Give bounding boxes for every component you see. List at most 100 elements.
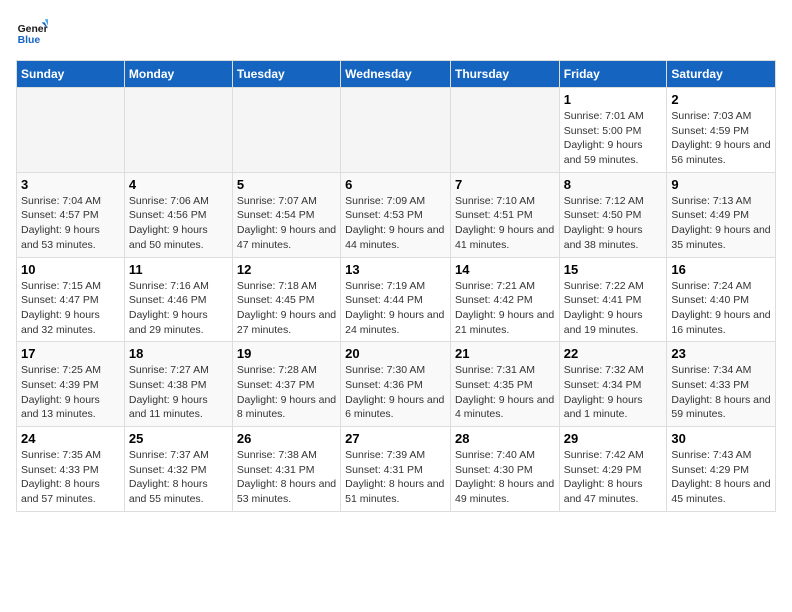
day-number: 7	[455, 177, 555, 192]
calendar-cell: 6 Sunrise: 7:09 AM Sunset: 4:53 PM Daylig…	[341, 172, 451, 257]
day-number: 4	[129, 177, 228, 192]
day-info: Sunrise: 7:35 AM Sunset: 4:33 PM Dayligh…	[21, 448, 120, 507]
calendar-cell: 13 Sunrise: 7:19 AM Sunset: 4:44 PM Dayli…	[341, 257, 451, 342]
calendar-week-row: 10 Sunrise: 7:15 AM Sunset: 4:47 PM Dayli…	[17, 257, 776, 342]
svg-text:General: General	[18, 24, 48, 35]
calendar-cell: 23 Sunrise: 7:34 AM Sunset: 4:33 PM Dayli…	[667, 342, 776, 427]
column-header-wednesday: Wednesday	[341, 61, 451, 88]
calendar-cell: 26 Sunrise: 7:38 AM Sunset: 4:31 PM Dayli…	[232, 427, 340, 512]
day-number: 20	[345, 346, 446, 361]
day-number: 10	[21, 262, 120, 277]
day-number: 18	[129, 346, 228, 361]
day-info: Sunrise: 7:01 AM Sunset: 5:00 PM Dayligh…	[564, 109, 663, 168]
calendar-cell	[232, 88, 340, 173]
svg-text:Blue: Blue	[18, 35, 41, 46]
day-number: 2	[671, 92, 771, 107]
day-info: Sunrise: 7:15 AM Sunset: 4:47 PM Dayligh…	[21, 279, 120, 338]
day-number: 5	[237, 177, 336, 192]
day-info: Sunrise: 7:39 AM Sunset: 4:31 PM Dayligh…	[345, 448, 446, 507]
day-info: Sunrise: 7:07 AM Sunset: 4:54 PM Dayligh…	[237, 194, 336, 253]
day-info: Sunrise: 7:24 AM Sunset: 4:40 PM Dayligh…	[671, 279, 771, 338]
day-number: 6	[345, 177, 446, 192]
calendar-cell: 3 Sunrise: 7:04 AM Sunset: 4:57 PM Daylig…	[17, 172, 125, 257]
day-number: 27	[345, 431, 446, 446]
calendar-cell: 22 Sunrise: 7:32 AM Sunset: 4:34 PM Dayli…	[559, 342, 667, 427]
day-number: 28	[455, 431, 555, 446]
calendar-cell: 25 Sunrise: 7:37 AM Sunset: 4:32 PM Dayli…	[124, 427, 232, 512]
calendar-cell: 4Sunrise: 7:06 AM Sunset: 4:56 PM Daylig…	[124, 172, 232, 257]
calendar-cell: 14 Sunrise: 7:21 AM Sunset: 4:42 PM Dayli…	[450, 257, 559, 342]
calendar-cell: 12 Sunrise: 7:18 AM Sunset: 4:45 PM Dayli…	[232, 257, 340, 342]
day-number: 26	[237, 431, 336, 446]
day-info: Sunrise: 7:31 AM Sunset: 4:35 PM Dayligh…	[455, 363, 555, 422]
day-info: Sunrise: 7:30 AM Sunset: 4:36 PM Dayligh…	[345, 363, 446, 422]
calendar-cell: 1 Sunrise: 7:01 AM Sunset: 5:00 PM Daylig…	[559, 88, 667, 173]
day-info: Sunrise: 7:34 AM Sunset: 4:33 PM Dayligh…	[671, 363, 771, 422]
day-number: 29	[564, 431, 663, 446]
logo-icon: General Blue	[16, 16, 48, 48]
day-number: 23	[671, 346, 771, 361]
day-info: Sunrise: 7:43 AM Sunset: 4:29 PM Dayligh…	[671, 448, 771, 507]
day-info: Sunrise: 7:12 AM Sunset: 4:50 PM Dayligh…	[564, 194, 663, 253]
day-info: Sunrise: 7:22 AM Sunset: 4:41 PM Dayligh…	[564, 279, 663, 338]
column-header-tuesday: Tuesday	[232, 61, 340, 88]
day-number: 9	[671, 177, 771, 192]
day-info: Sunrise: 7:40 AM Sunset: 4:30 PM Dayligh…	[455, 448, 555, 507]
calendar-cell: 19 Sunrise: 7:28 AM Sunset: 4:37 PM Dayli…	[232, 342, 340, 427]
day-number: 21	[455, 346, 555, 361]
day-number: 1	[564, 92, 663, 107]
day-info: Sunrise: 7:13 AM Sunset: 4:49 PM Dayligh…	[671, 194, 771, 253]
calendar-cell: 11 Sunrise: 7:16 AM Sunset: 4:46 PM Dayli…	[124, 257, 232, 342]
day-number: 22	[564, 346, 663, 361]
calendar-cell: 20 Sunrise: 7:30 AM Sunset: 4:36 PM Dayli…	[341, 342, 451, 427]
day-number: 3	[21, 177, 120, 192]
day-info: Sunrise: 7:27 AM Sunset: 4:38 PM Dayligh…	[129, 363, 228, 422]
calendar-cell: 29Sunrise: 7:42 AM Sunset: 4:29 PM Dayli…	[559, 427, 667, 512]
day-info: Sunrise: 7:18 AM Sunset: 4:45 PM Dayligh…	[237, 279, 336, 338]
calendar-cell: 5 Sunrise: 7:07 AM Sunset: 4:54 PM Daylig…	[232, 172, 340, 257]
day-info: Sunrise: 7:37 AM Sunset: 4:32 PM Dayligh…	[129, 448, 228, 507]
day-number: 13	[345, 262, 446, 277]
calendar-cell	[450, 88, 559, 173]
column-header-friday: Friday	[559, 61, 667, 88]
day-info: Sunrise: 7:21 AM Sunset: 4:42 PM Dayligh…	[455, 279, 555, 338]
day-number: 30	[671, 431, 771, 446]
day-number: 8	[564, 177, 663, 192]
day-number: 17	[21, 346, 120, 361]
column-header-monday: Monday	[124, 61, 232, 88]
day-info: Sunrise: 7:03 AM Sunset: 4:59 PM Dayligh…	[671, 109, 771, 168]
calendar-cell: 16 Sunrise: 7:24 AM Sunset: 4:40 PM Dayli…	[667, 257, 776, 342]
day-info: Sunrise: 7:32 AM Sunset: 4:34 PM Dayligh…	[564, 363, 663, 422]
calendar-cell: 9 Sunrise: 7:13 AM Sunset: 4:49 PM Daylig…	[667, 172, 776, 257]
calendar-cell: 24Sunrise: 7:35 AM Sunset: 4:33 PM Dayli…	[17, 427, 125, 512]
day-number: 11	[129, 262, 228, 277]
calendar-cell: 2 Sunrise: 7:03 AM Sunset: 4:59 PM Daylig…	[667, 88, 776, 173]
day-number: 19	[237, 346, 336, 361]
calendar-week-row: 24Sunrise: 7:35 AM Sunset: 4:33 PM Dayli…	[17, 427, 776, 512]
calendar-cell: 21 Sunrise: 7:31 AM Sunset: 4:35 PM Dayli…	[450, 342, 559, 427]
calendar-cell: 18 Sunrise: 7:27 AM Sunset: 4:38 PM Dayli…	[124, 342, 232, 427]
day-info: Sunrise: 7:28 AM Sunset: 4:37 PM Dayligh…	[237, 363, 336, 422]
day-info: Sunrise: 7:19 AM Sunset: 4:44 PM Dayligh…	[345, 279, 446, 338]
calendar-cell: 17 Sunrise: 7:25 AM Sunset: 4:39 PM Dayli…	[17, 342, 125, 427]
column-header-sunday: Sunday	[17, 61, 125, 88]
calendar-week-row: 3 Sunrise: 7:04 AM Sunset: 4:57 PM Daylig…	[17, 172, 776, 257]
column-header-thursday: Thursday	[450, 61, 559, 88]
day-number: 14	[455, 262, 555, 277]
calendar-cell: 15 Sunrise: 7:22 AM Sunset: 4:41 PM Dayli…	[559, 257, 667, 342]
day-info: Sunrise: 7:16 AM Sunset: 4:46 PM Dayligh…	[129, 279, 228, 338]
calendar-cell: 28 Sunrise: 7:40 AM Sunset: 4:30 PM Dayli…	[450, 427, 559, 512]
column-header-saturday: Saturday	[667, 61, 776, 88]
day-info: Sunrise: 7:25 AM Sunset: 4:39 PM Dayligh…	[21, 363, 120, 422]
calendar-cell	[17, 88, 125, 173]
day-info: Sunrise: 7:04 AM Sunset: 4:57 PM Dayligh…	[21, 194, 120, 253]
day-number: 12	[237, 262, 336, 277]
day-number: 25	[129, 431, 228, 446]
day-info: Sunrise: 7:38 AM Sunset: 4:31 PM Dayligh…	[237, 448, 336, 507]
logo: General Blue	[16, 16, 52, 48]
day-number: 15	[564, 262, 663, 277]
calendar-cell: 7Sunrise: 7:10 AM Sunset: 4:51 PM Daylig…	[450, 172, 559, 257]
day-info: Sunrise: 7:09 AM Sunset: 4:53 PM Dayligh…	[345, 194, 446, 253]
day-number: 16	[671, 262, 771, 277]
calendar-cell: 30 Sunrise: 7:43 AM Sunset: 4:29 PM Dayli…	[667, 427, 776, 512]
